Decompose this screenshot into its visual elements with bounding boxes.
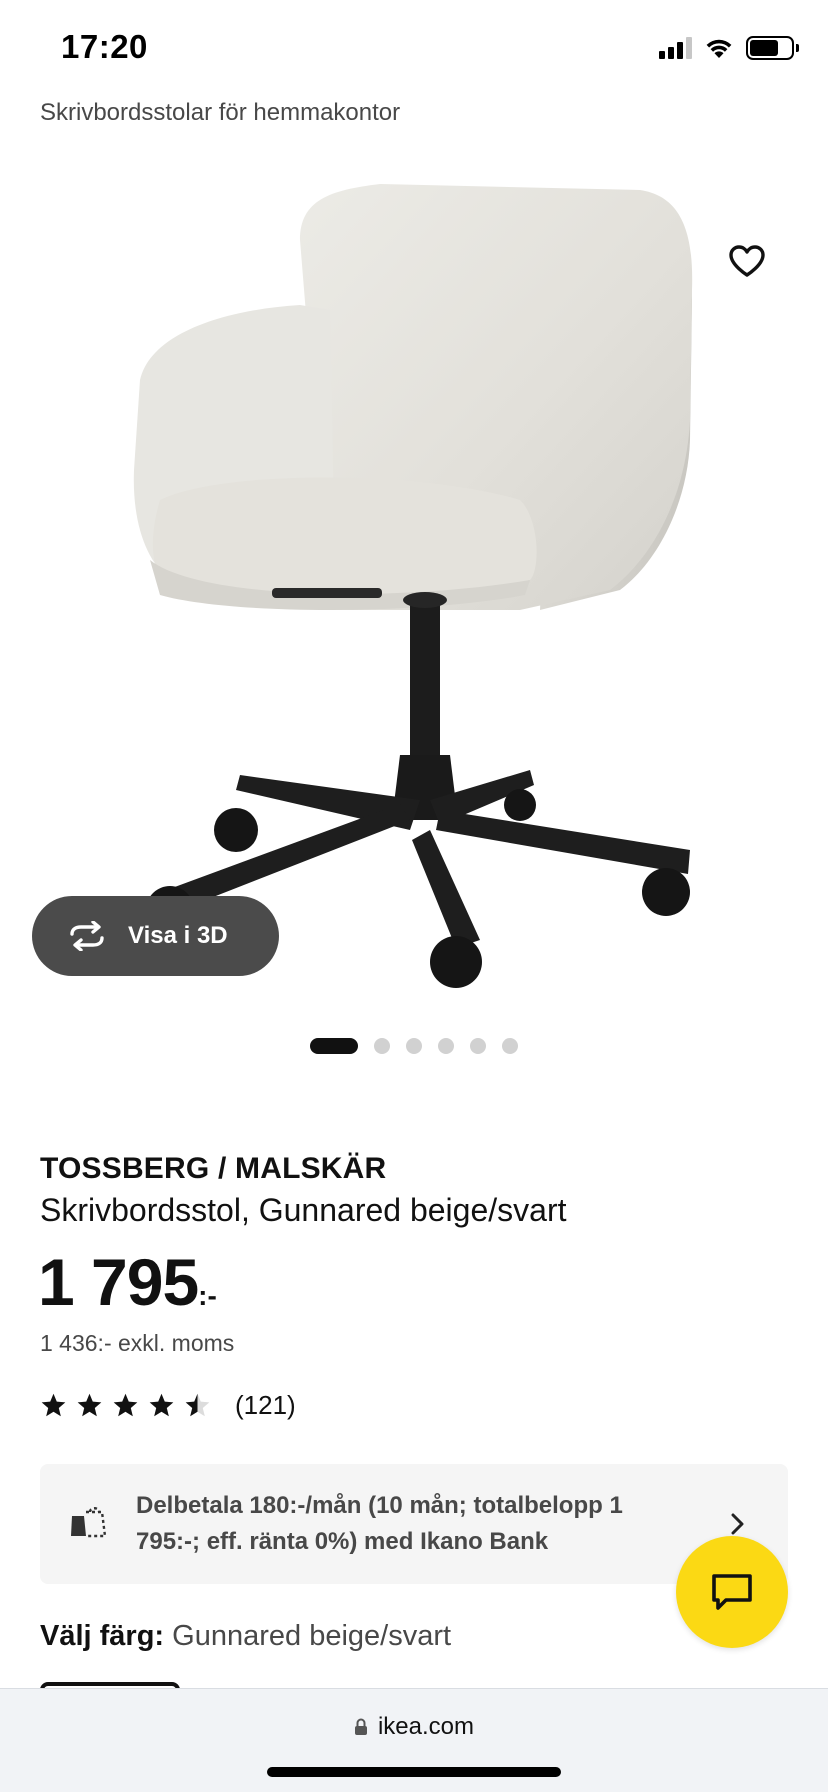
carousel-dot[interactable] [502, 1038, 518, 1054]
status-bar: 17:20 [0, 0, 828, 96]
price-suffix: :- [198, 1280, 217, 1311]
chat-button[interactable] [676, 1536, 788, 1648]
color-selected-value: Gunnared beige/svart [172, 1620, 452, 1652]
installment-offer[interactable]: Delbetala 180:-/mån (10 mån; totalbelopp… [40, 1464, 788, 1584]
chevron-right-icon [731, 1513, 744, 1535]
star-full-icon [149, 1393, 174, 1417]
home-indicator[interactable] [267, 1767, 561, 1777]
rating-count: (121) [235, 1390, 296, 1420]
wifi-icon [706, 39, 732, 58]
color-label-title: Välj färg: [40, 1620, 165, 1652]
star-half-icon [185, 1393, 210, 1417]
product-name: TOSSBERG / MALSKÄR [40, 1152, 387, 1185]
carousel-dot-active[interactable] [310, 1038, 358, 1054]
color-selector-label: Välj färg: Gunnared beige/svart [40, 1620, 451, 1653]
chat-bubble-icon [712, 1574, 752, 1610]
star-full-icon [113, 1393, 138, 1417]
price-excl-vat: 1 436:- exkl. moms [40, 1330, 235, 1356]
status-time: 17:20 [61, 28, 148, 65]
product-description: Skrivbordsstol, Gunnared beige/svart [40, 1192, 567, 1228]
carousel-dot[interactable] [374, 1038, 390, 1054]
image-carousel-dots[interactable] [310, 1038, 518, 1054]
url-text: ikea.com [377, 1713, 475, 1740]
breadcrumb[interactable]: Skrivbordsstolar för hemmakontor [40, 99, 400, 127]
star-full-icon [41, 1393, 66, 1417]
payment-bag-icon [71, 1507, 107, 1538]
url-field[interactable]: ikea.com [0, 1713, 828, 1741]
star-full-icon [77, 1393, 102, 1417]
installment-text: Delbetala 180:-/mån (10 mån; totalbelopp… [136, 1492, 623, 1555]
rotate-3d-icon [70, 921, 104, 951]
heart-icon [729, 245, 765, 277]
view-3d-label: Visa i 3D [128, 922, 228, 949]
price-value: 1 795 [38, 1245, 199, 1319]
status-icons [659, 34, 799, 62]
rating-stars [40, 1392, 211, 1419]
product-image[interactable] [0, 140, 828, 1020]
product-rating[interactable]: (121) [40, 1390, 296, 1421]
cellular-signal-icon [659, 37, 692, 59]
carousel-dot[interactable] [438, 1038, 454, 1054]
view-3d-button[interactable]: Visa i 3D [32, 896, 279, 976]
carousel-dot[interactable] [470, 1038, 486, 1054]
browser-address-bar[interactable]: ikea.com [0, 1688, 828, 1792]
lock-icon [354, 1718, 367, 1735]
battery-icon [746, 36, 799, 60]
office-chair-image [133, 184, 693, 988]
carousel-dot[interactable] [406, 1038, 422, 1054]
product-price: 1 795:- [38, 1244, 217, 1334]
favourite-button[interactable] [724, 238, 770, 284]
